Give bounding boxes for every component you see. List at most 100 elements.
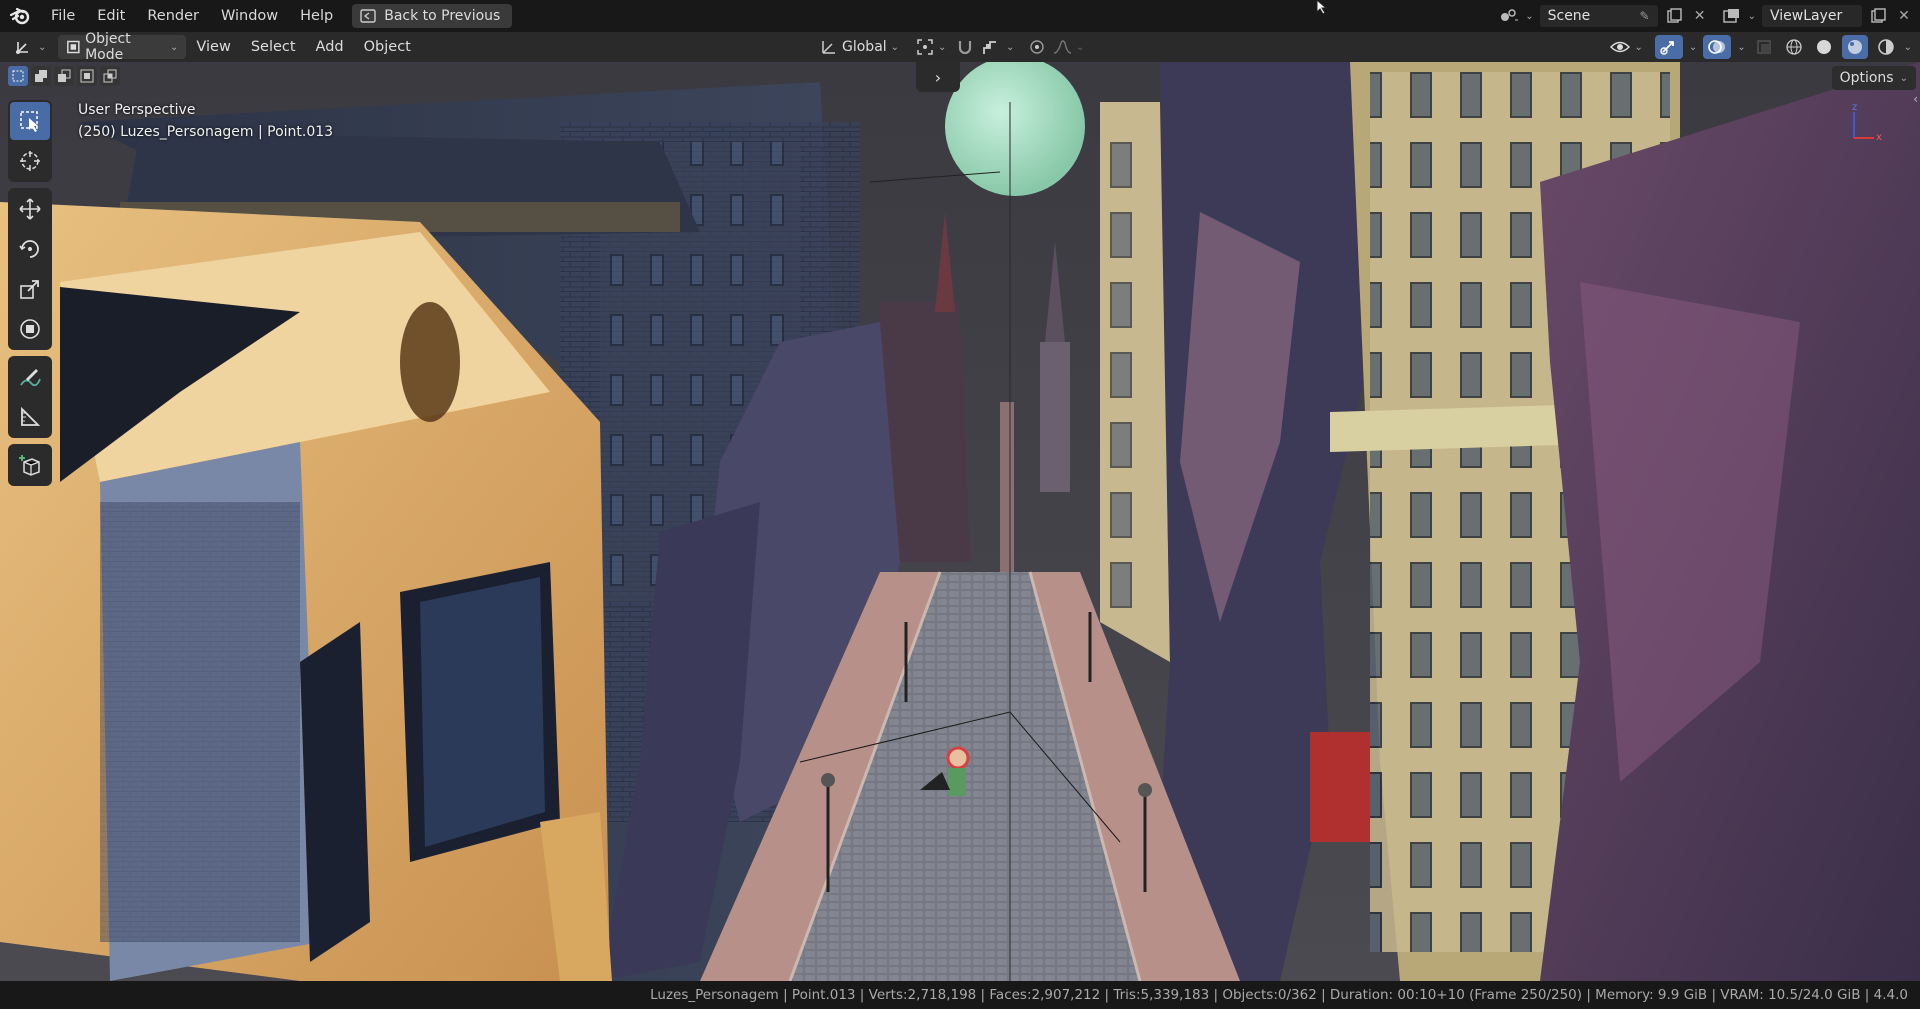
add-cube-tool[interactable] [10,446,50,484]
status-bar: Luzes_Personagem | Point.013 | Verts:2,7… [0,981,1920,1009]
annotate-tool[interactable] [10,358,50,396]
visibility-dropdown[interactable]: ⌄ [1604,35,1648,59]
selection-mode-buttons [8,66,120,86]
menu-file[interactable]: File [40,0,86,32]
ruler-icon [21,406,41,426]
delete-view-layer-icon[interactable]: ✕ [1894,6,1914,26]
shading-material-button[interactable] [1841,35,1868,59]
object-mode-dropdown[interactable]: Object Mode ⌄ [58,31,187,63]
xray-icon [1756,40,1771,54]
perspective-label: User Perspective [78,102,196,118]
wireframe-sphere-icon [1785,39,1802,55]
add-cube-icon [19,455,40,476]
cursor-icon [20,151,40,171]
proportional-edit-icon [1030,40,1044,54]
scene-selector[interactable]: ⌄ Scene ✎ ✕ [1493,4,1715,28]
editor-type-button[interactable]: ⌄ [8,35,52,59]
menu-object[interactable]: Object [354,39,421,55]
back-to-previous-button[interactable]: Back to Previous [352,4,513,28]
select-new-icon [12,70,24,82]
sidebar-collapse-icon[interactable]: ‹ [1913,92,1918,106]
eye-icon [1610,41,1631,53]
transform-orientation-dropdown[interactable]: Global ⌄ [814,35,905,59]
menu-view[interactable]: View [186,39,240,55]
scene-icon [1499,6,1519,26]
options-dropdown[interactable]: Options ⌄ [1831,66,1916,90]
shading-rendered-button[interactable] [1874,35,1898,59]
overlays-toggle[interactable] [1703,35,1732,59]
menu-render[interactable]: Render [136,0,210,32]
select-subtract-button[interactable] [54,66,74,86]
select-invert-icon [80,69,94,83]
select-extend-icon [35,70,47,82]
orientation-axes-icon [822,41,835,54]
menu-window[interactable]: Window [210,0,289,32]
top-menu-bar: File Edit Render Window Help Back to Pre… [0,0,1920,32]
cursor-tool[interactable] [10,142,50,180]
select-box-icon [20,111,38,132]
overlays-dropdown-icon[interactable]: ⌄ [1737,42,1745,53]
transform-tool[interactable] [10,310,50,348]
select-intersect-icon [103,69,117,83]
magnet-icon [958,41,972,55]
measure-tool[interactable] [10,398,50,436]
select-tool-group [8,100,52,182]
select-box-tool[interactable] [10,102,50,140]
solid-sphere-icon [1816,40,1831,54]
rotate-icon [19,240,39,258]
z-axis-label: z [1852,102,1857,113]
transform-tool-group [8,188,52,350]
xray-toggle[interactable] [1752,35,1776,59]
back-to-previous-label: Back to Previous [384,8,501,24]
select-invert-button[interactable] [77,66,97,86]
pivot-point-dropdown[interactable]: ⌄ [910,35,952,59]
3d-viewport[interactable]: User Perspective (250) Luzes_Personagem … [0,62,1920,981]
view-layer-selector[interactable]: ⌄ ViewLayer ✕ [1716,4,1920,28]
viewport-header: ⌄ Object Mode ⌄ View Select Add Object G… [0,31,1920,63]
sidebar-toggle-button[interactable]: › [916,62,960,92]
view-layer-name: ViewLayer [1770,8,1843,24]
pencil-icon [20,369,41,387]
delete-scene-icon[interactable]: ✕ [1690,6,1710,26]
shading-dropdown-icon[interactable]: ⌄ [1904,42,1912,53]
select-intersect-button[interactable] [100,66,120,86]
pin-icon[interactable]: ✎ [1640,9,1650,23]
transform-orientation-label: Global [842,39,887,55]
scene-caret-icon: ⌄ [1525,10,1534,22]
pivot-point-icon [917,39,933,55]
shading-wireframe-button[interactable] [1782,35,1806,59]
object-mode-icon [67,40,80,54]
mouse-cursor-icon [1316,0,1328,14]
menu-add[interactable]: Add [306,39,354,55]
add-tool-group [8,444,52,486]
select-new-button[interactable] [8,66,28,86]
falloff-dropdown[interactable]: ⌄ [1046,35,1090,59]
axes-editor-icon [16,42,28,54]
gizmo-icon [1660,41,1674,55]
scale-tool[interactable] [10,270,50,308]
chevron-right-icon: › [934,67,942,87]
blender-logo-icon[interactable] [0,0,40,32]
menu-select[interactable]: Select [241,39,306,55]
annotate-tool-group [8,356,52,438]
menu-help[interactable]: Help [289,0,344,32]
options-label: Options [1839,70,1894,86]
menu-edit[interactable]: Edit [86,0,136,32]
x-axis-label: x [1876,132,1882,143]
move-tool[interactable] [10,190,50,228]
back-screen-icon [360,9,376,23]
snap-target-dropdown[interactable]: ⌄ [976,35,1020,59]
scene-name-field[interactable]: Scene ✎ [1539,5,1658,27]
rotate-tool[interactable] [10,230,50,268]
gizmo-toggle[interactable] [1654,35,1683,59]
select-extend-button[interactable] [31,66,51,86]
view-layer-name-field[interactable]: ViewLayer [1762,5,1862,27]
select-subtract-icon [58,69,71,82]
navigation-gizmo[interactable]: z x [1846,102,1890,146]
gizmo-dropdown-icon[interactable]: ⌄ [1689,42,1697,53]
view-layer-icon [1722,6,1742,26]
new-view-layer-icon[interactable] [1868,6,1888,26]
snap-increment-icon [983,41,996,54]
new-scene-icon[interactable] [1664,6,1684,26]
shading-solid-button[interactable] [1812,35,1836,59]
